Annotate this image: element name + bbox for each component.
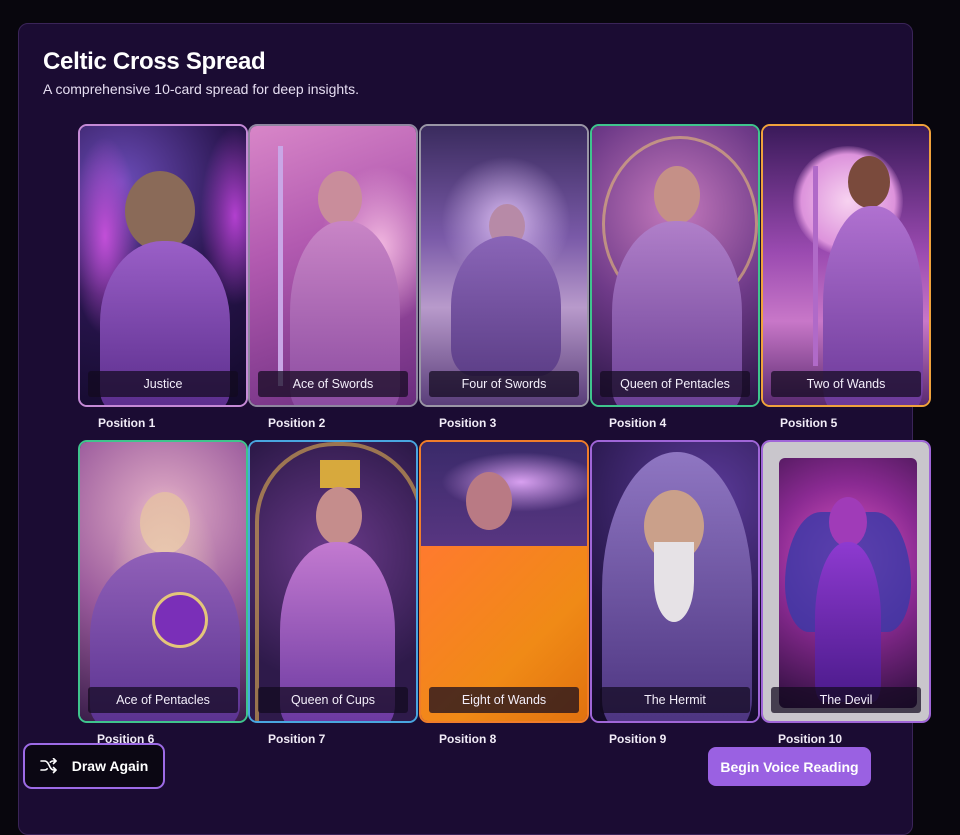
card-art <box>592 126 758 405</box>
card-art <box>763 126 929 405</box>
position-label: Position 3 <box>439 416 497 430</box>
tarot-card-justice[interactable]: Justice <box>78 124 248 407</box>
begin-voice-reading-button[interactable]: Begin Voice Reading <box>708 747 871 786</box>
shuffle-icon <box>39 758 58 774</box>
draw-again-button[interactable]: Draw Again <box>23 743 165 789</box>
tarot-card-the-devil[interactable]: The Devil <box>761 440 931 723</box>
draw-again-label: Draw Again <box>71 758 149 774</box>
tarot-card-queen-of-pentacles[interactable]: Queen of Pentacles <box>590 124 760 407</box>
position-label: Position 1 <box>98 416 156 430</box>
position-label: Position 7 <box>268 732 326 746</box>
card-art <box>250 126 416 405</box>
tarot-card-four-of-swords[interactable]: Four of Swords <box>419 124 589 407</box>
card-name: Eight of Wands <box>429 687 579 713</box>
card-name: Ace of Pentacles <box>88 687 238 713</box>
card-name: The Hermit <box>600 687 750 713</box>
page-title: Celtic Cross Spread <box>43 48 266 75</box>
tarot-card-two-of-wands[interactable]: Two of Wands <box>761 124 931 407</box>
card-name: Justice <box>88 371 238 397</box>
card-name: The Devil <box>771 687 921 713</box>
card-art <box>421 442 587 721</box>
card-name: Four of Swords <box>429 371 579 397</box>
page-subtitle: A comprehensive 10-card spread for deep … <box>43 81 359 97</box>
card-name: Two of Wands <box>771 371 921 397</box>
position-label: Position 8 <box>439 732 497 746</box>
tarot-card-queen-of-cups[interactable]: Queen of Cups <box>248 440 418 723</box>
position-label: Position 5 <box>780 416 838 430</box>
card-art <box>763 442 929 721</box>
card-art <box>592 442 758 721</box>
tarot-card-the-hermit[interactable]: The Hermit <box>590 440 760 723</box>
card-name: Queen of Pentacles <box>600 371 750 397</box>
card-name: Queen of Cups <box>258 687 408 713</box>
card-art <box>80 126 246 405</box>
card-art <box>421 126 587 405</box>
card-art <box>80 442 246 721</box>
tarot-card-ace-of-pentacles[interactable]: Ace of Pentacles <box>78 440 248 723</box>
card-art <box>250 442 416 721</box>
card-name: Ace of Swords <box>258 371 408 397</box>
tarot-card-eight-of-wands[interactable]: Eight of Wands <box>419 440 589 723</box>
position-label: Position 4 <box>609 416 667 430</box>
position-label: Position 2 <box>268 416 326 430</box>
tarot-card-ace-of-swords[interactable]: Ace of Swords <box>248 124 418 407</box>
position-label: Position 10 <box>778 732 843 746</box>
position-label: Position 9 <box>609 732 667 746</box>
